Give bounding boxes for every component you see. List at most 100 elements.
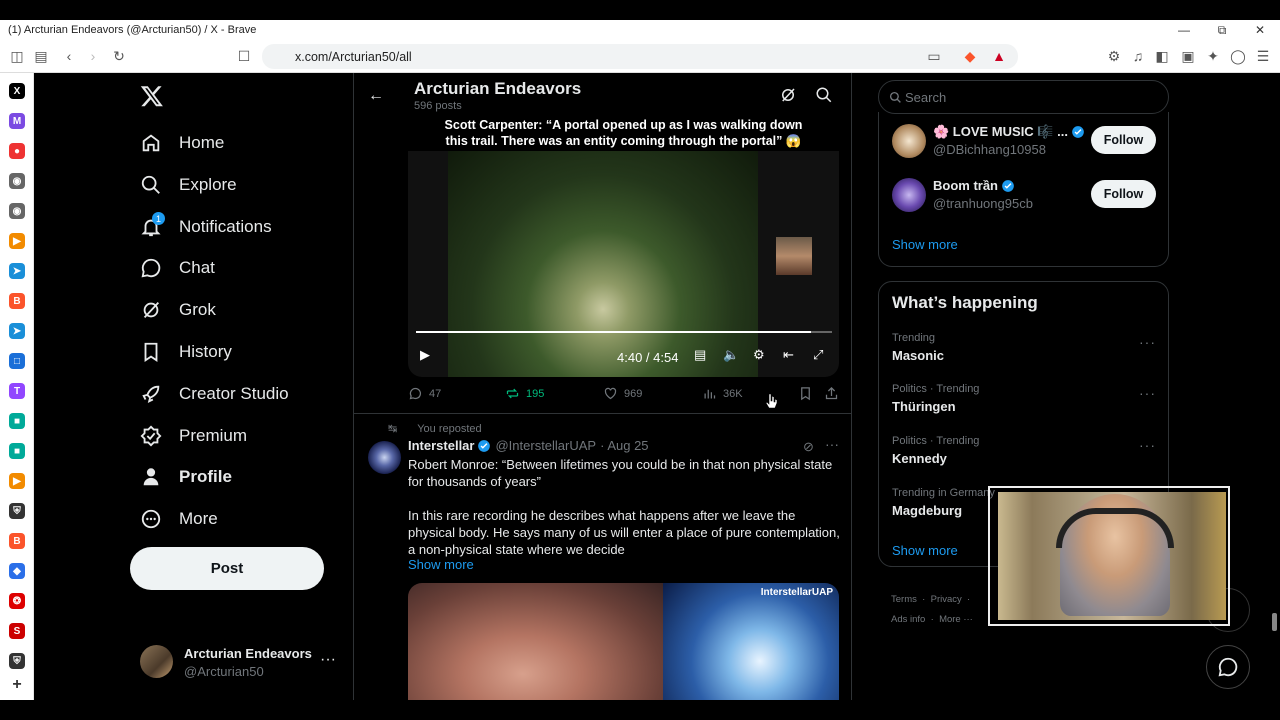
- back-icon[interactable]: ‹: [60, 47, 78, 65]
- footer-more[interactable]: More ···: [939, 614, 973, 625]
- more-dots-icon[interactable]: ···: [320, 651, 336, 669]
- footer-privacy[interactable]: Privacy: [931, 594, 962, 605]
- tweet-more-icon[interactable]: ···: [825, 436, 839, 452]
- bird-icon[interactable]: ➤: [9, 263, 25, 279]
- tweet-author-name[interactable]: Interstellar: [408, 438, 474, 453]
- show-more-link[interactable]: Show more: [408, 557, 474, 572]
- nav-creator-studio[interactable]: Creator Studio: [140, 374, 289, 414]
- play-icon[interactable]: ▶: [420, 347, 430, 363]
- suggestion-item[interactable]: Boom trần @tranhuong95cb Follow: [892, 176, 1162, 216]
- sidebar-toggle-icon[interactable]: ◫: [8, 47, 26, 65]
- tweet-author-handle[interactable]: @InterstellarUAP: [495, 438, 596, 453]
- vpn-icon[interactable]: ◯: [1229, 47, 1247, 65]
- x-logo[interactable]: [140, 84, 164, 108]
- share-button[interactable]: [824, 386, 845, 401]
- nav-premium[interactable]: Premium: [140, 416, 247, 456]
- minimize-button[interactable]: —: [1166, 20, 1202, 40]
- x-tab-icon[interactable]: X: [9, 83, 25, 99]
- volume-icon[interactable]: 🔈: [723, 347, 739, 363]
- media-icon[interactable]: ♫: [1129, 47, 1147, 65]
- rumble2-icon[interactable]: ▶: [9, 473, 25, 489]
- reload-icon[interactable]: ↻: [110, 47, 128, 65]
- forward-icon[interactable]: ›: [84, 47, 102, 65]
- maximize-button[interactable]: ⧉: [1204, 20, 1240, 40]
- app-icon[interactable]: □: [9, 353, 25, 369]
- nav-chat[interactable]: Chat: [140, 248, 215, 288]
- maple-icon[interactable]: ❂: [9, 593, 25, 609]
- suggestion-item[interactable]: 🌸 LOVE MUSIC 🎼 ... @DBichhang10958 Follo…: [892, 122, 1162, 162]
- nav-notifications[interactable]: 1 Notifications: [140, 207, 272, 247]
- brave-shields-icon[interactable]: ◆: [961, 47, 979, 65]
- search-profile-icon[interactable]: [815, 86, 833, 104]
- messages-fab[interactable]: [1206, 645, 1250, 689]
- gem-icon[interactable]: ◆: [9, 563, 25, 579]
- globe-icon[interactable]: ◉: [9, 173, 25, 189]
- tweet-date[interactable]: · Aug 25: [600, 438, 648, 453]
- follow-button[interactable]: Follow: [1091, 126, 1156, 154]
- search-input[interactable]: Search: [878, 80, 1169, 114]
- grok-tweet-icon[interactable]: ⊘: [803, 439, 814, 455]
- nav-more[interactable]: More: [140, 499, 218, 539]
- add-panel-icon[interactable]: +: [9, 676, 25, 693]
- brave-icon[interactable]: B: [9, 293, 25, 309]
- bookmark-page-icon[interactable]: ☐: [235, 47, 253, 65]
- captions-icon[interactable]: ▤: [694, 347, 706, 363]
- wallet-icon[interactable]: ▣: [1179, 47, 1197, 65]
- trend-item[interactable]: Politics · Trending Thüringen ···: [892, 383, 1156, 423]
- scrollbar-thumb[interactable]: [1272, 613, 1277, 631]
- robot-icon[interactable]: ■: [9, 413, 25, 429]
- settings-icon[interactable]: ⚙: [753, 347, 765, 363]
- brave-rewards-icon[interactable]: ▲: [990, 47, 1008, 65]
- tweet-avatar[interactable]: [368, 441, 401, 474]
- rumble-icon[interactable]: ▶: [9, 233, 25, 249]
- bird2-icon[interactable]: ➤: [9, 323, 25, 339]
- globe2-icon[interactable]: ◉: [9, 203, 25, 219]
- proton-icon[interactable]: M: [9, 113, 25, 129]
- nav-home[interactable]: Home: [140, 123, 224, 163]
- video-progress-bar[interactable]: [416, 331, 832, 333]
- fullscreen-icon[interactable]: ⤢: [813, 347, 823, 363]
- shield2-icon[interactable]: ⛨: [9, 653, 25, 669]
- trend-item[interactable]: Trending Masonic ···: [892, 332, 1156, 372]
- url-field[interactable]: x.com/Arcturian50/all: [262, 44, 1018, 69]
- pip-icon[interactable]: ⇤: [783, 347, 794, 363]
- twitch-icon[interactable]: T: [9, 383, 25, 399]
- shield-icon[interactable]: ⛨: [9, 503, 25, 519]
- s-icon[interactable]: S: [9, 623, 25, 639]
- show-more-suggestions[interactable]: Show more: [892, 237, 958, 252]
- robot2-icon[interactable]: ■: [9, 443, 25, 459]
- account-switcher[interactable]: Arcturian Endeavors @Arcturian50 ···: [140, 645, 340, 685]
- nav-profile[interactable]: Profile: [140, 457, 232, 497]
- page-scrollbar[interactable]: [1268, 73, 1280, 700]
- grok-header-icon[interactable]: [779, 86, 797, 104]
- close-window-button[interactable]: ✕: [1242, 20, 1278, 40]
- record-icon[interactable]: ●: [9, 143, 25, 159]
- bookmark-button[interactable]: [798, 386, 819, 401]
- sidebar-icon[interactable]: ◧: [1153, 47, 1171, 65]
- trend-more-icon[interactable]: ···: [1139, 334, 1156, 350]
- menu-icon[interactable]: ☰: [1254, 47, 1272, 65]
- trend-item[interactable]: Politics · Trending Kennedy ···: [892, 435, 1156, 475]
- extensions-icon[interactable]: ⚙: [1105, 47, 1123, 65]
- nav-history[interactable]: History: [140, 332, 232, 372]
- leo-icon[interactable]: ✦: [1204, 47, 1222, 65]
- views-button[interactable]: 36K: [702, 386, 743, 401]
- nav-grok[interactable]: Grok: [140, 290, 216, 330]
- trend-more-icon[interactable]: ···: [1139, 437, 1156, 453]
- brave2-icon[interactable]: B: [9, 533, 25, 549]
- video-player[interactable]: Scott Carpenter: “A portal opened up as …: [408, 115, 839, 377]
- footer-terms[interactable]: Terms: [891, 594, 917, 605]
- follow-button[interactable]: Follow: [1091, 180, 1156, 208]
- cast-icon[interactable]: ▭: [925, 47, 943, 65]
- reply-button[interactable]: 47: [408, 386, 441, 401]
- footer-ads[interactable]: Ads info: [891, 614, 925, 625]
- repost-button[interactable]: 195: [505, 386, 544, 401]
- trend-more-icon[interactable]: ···: [1139, 385, 1156, 401]
- nav-explore[interactable]: Explore: [140, 165, 237, 205]
- post-button[interactable]: Post: [130, 547, 324, 590]
- back-arrow-icon[interactable]: ←: [368, 87, 384, 105]
- like-button[interactable]: 969: [603, 386, 642, 401]
- tab-search-icon[interactable]: ▤: [32, 47, 50, 65]
- tweet-media[interactable]: InterstellarUAP: [408, 583, 839, 700]
- show-more-trends[interactable]: Show more: [892, 543, 958, 558]
